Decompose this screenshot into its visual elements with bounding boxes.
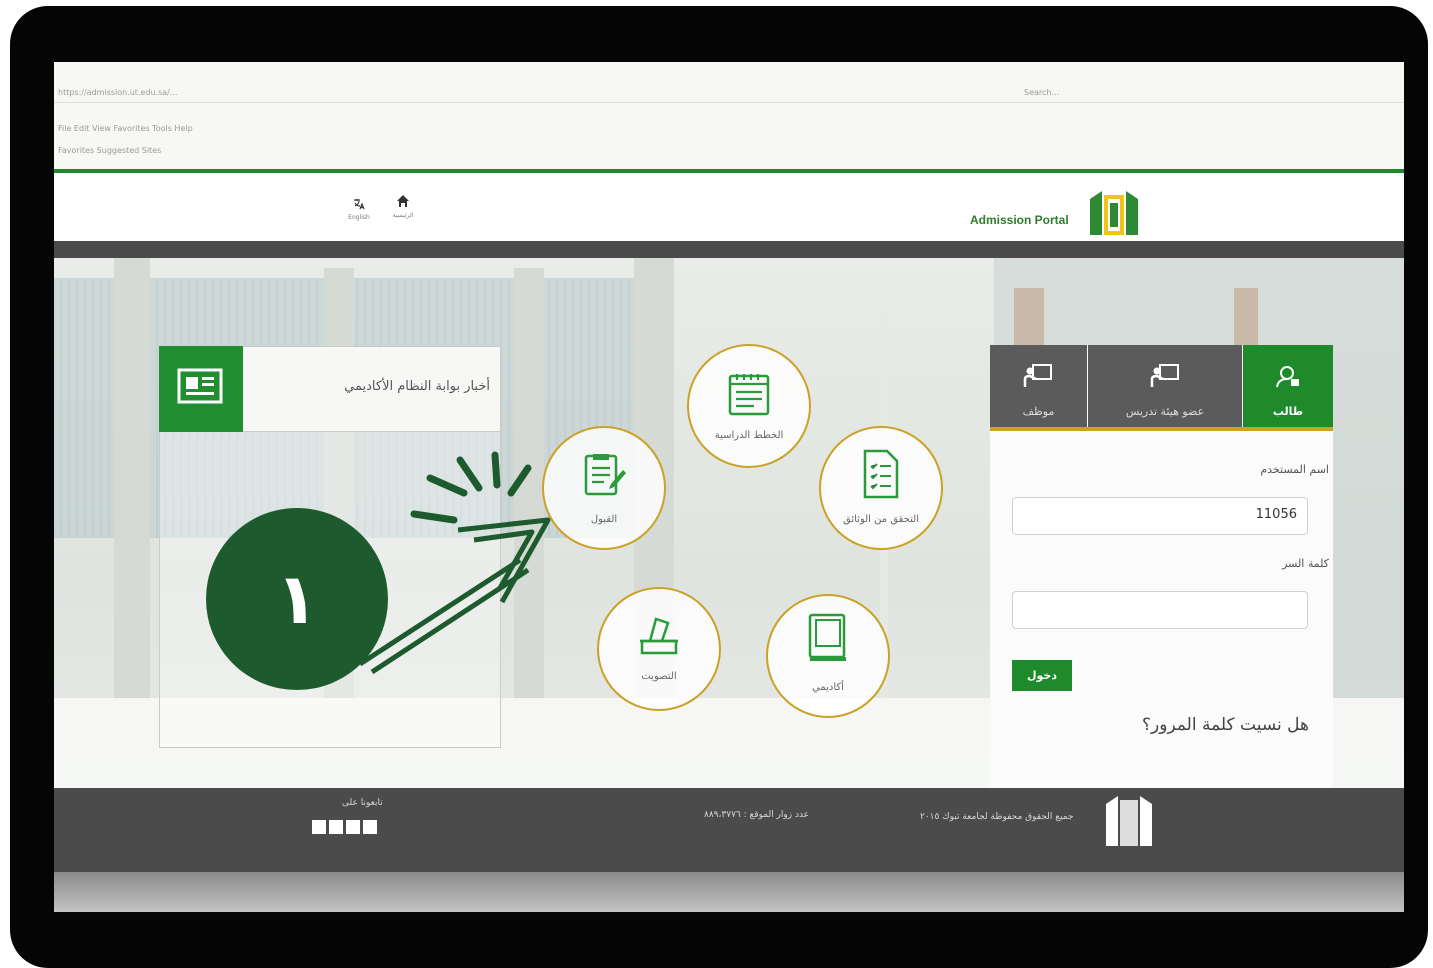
annotation-overlay xyxy=(358,451,551,675)
arrow-icon xyxy=(358,517,551,675)
step-badge: ١ xyxy=(206,508,388,690)
sparkle-icon xyxy=(410,451,532,524)
